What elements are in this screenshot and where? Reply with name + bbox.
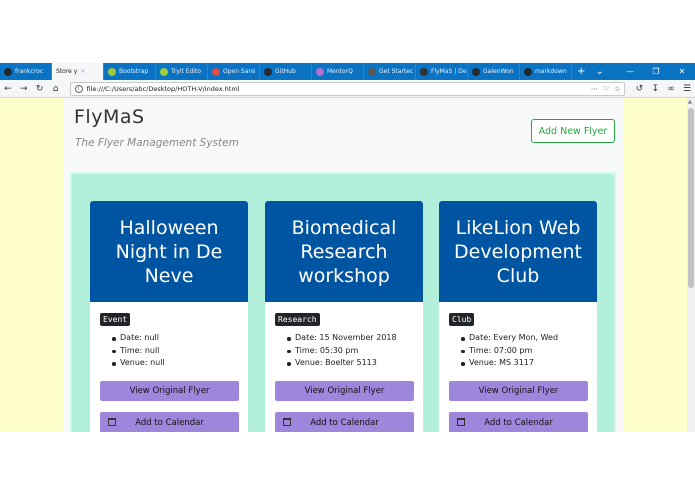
flyer-title: LikeLion Web Development Club xyxy=(439,201,597,302)
browser-window: frankcroc Store y ✕ Bootstrap Tryit Edit… xyxy=(0,0,695,494)
github-icon xyxy=(524,67,532,76)
add-to-calendar-label: Add to Calendar xyxy=(135,418,204,428)
flyer-details: Date: Every Mon, Wed Time: 07:00 pm Venu… xyxy=(461,332,558,370)
view-original-flyer-button[interactable]: View Original Flyer xyxy=(275,381,414,401)
flyer-category-badge: Research xyxy=(275,313,320,326)
url-text[interactable]: file:///C:/Users/abc/Desktop/HOTH-V/inde… xyxy=(87,85,586,93)
bookmark-star-icon[interactable]: ☆ xyxy=(614,85,620,93)
calendar-icon xyxy=(457,418,465,426)
site-info-icon[interactable]: i xyxy=(74,84,83,93)
flyer-venue: Venue: MS 3117 xyxy=(461,357,558,370)
page-icon xyxy=(420,67,428,76)
tab-label: Get Startec xyxy=(379,68,414,75)
add-to-calendar-label: Add to Calendar xyxy=(484,418,553,428)
tab-label: FlyMaS | De xyxy=(431,68,467,75)
tab-strip: frankcroc Store y ✕ Bootstrap Tryit Edit… xyxy=(0,63,695,80)
add-new-flyer-button[interactable]: Add New Flyer xyxy=(531,119,615,143)
calendar-icon xyxy=(108,418,116,426)
tab-label: GitHub xyxy=(275,68,296,75)
mentorq-icon xyxy=(316,67,324,76)
scroll-up-icon[interactable]: ▲ xyxy=(688,99,692,105)
close-tab-icon[interactable]: ✕ xyxy=(80,68,85,75)
tab-mentorq[interactable]: MentorQ xyxy=(312,63,364,80)
tab-store[interactable]: Store y ✕ xyxy=(52,63,104,80)
bootstrap-icon xyxy=(108,67,116,76)
close-window-button[interactable]: ✕ xyxy=(669,67,695,76)
flyer-card: LikeLion Web Development Club Club Date:… xyxy=(439,201,597,432)
tab-open-sans[interactable]: Open Sans xyxy=(208,63,260,80)
tab-frankcroc[interactable]: frankcroc xyxy=(0,63,52,80)
maximize-button[interactable]: ❐ xyxy=(643,67,669,76)
page-viewport: FlyMaS The Flyer Management System Add N… xyxy=(0,98,687,432)
downloads-icon[interactable]: ↧ xyxy=(647,84,663,94)
tab-label: frankcroc xyxy=(15,68,44,75)
flyer-time: Time: 05:30 pm xyxy=(287,345,397,358)
flyer-date: Date: null xyxy=(112,332,165,345)
pocket-icon[interactable]: ♡ xyxy=(603,85,609,93)
tab-github[interactable]: GitHub xyxy=(260,63,312,80)
add-to-calendar-button[interactable]: Add to Calendar xyxy=(275,412,414,432)
add-to-calendar-button[interactable]: Add to Calendar xyxy=(449,412,588,432)
page-icon xyxy=(368,67,376,76)
menu-icon[interactable]: ☰ xyxy=(679,84,695,94)
tab-flymas[interactable]: FlyMaS | De xyxy=(416,63,468,80)
add-to-calendar-label: Add to Calendar xyxy=(310,418,379,428)
view-original-flyer-button[interactable]: View Original Flyer xyxy=(100,381,239,401)
address-bar[interactable]: i file:///C:/Users/abc/Desktop/HOTH-V/in… xyxy=(69,81,626,96)
tab-label: Bootstrap xyxy=(119,68,149,75)
flyer-time: Time: 07:00 pm xyxy=(461,345,558,358)
tab-label: Store y xyxy=(56,68,78,75)
tab-markdown[interactable]: markdown xyxy=(520,63,572,80)
flyer-category-badge: Event xyxy=(100,313,131,326)
tab-label: GalenWon xyxy=(483,68,514,75)
flyer-time: Time: null xyxy=(112,345,165,358)
app-title: FlyMaS xyxy=(74,106,145,128)
flyer-date: Date: 15 November 2018 xyxy=(287,332,397,345)
flyer-category-badge: Club xyxy=(449,313,475,326)
github-icon xyxy=(472,67,480,76)
calendar-icon xyxy=(283,418,291,426)
glasses-icon[interactable]: ∞ xyxy=(663,84,679,94)
flyer-card: Biomedical Research workshop Research Da… xyxy=(265,201,423,432)
new-tab-button[interactable]: + xyxy=(572,66,590,77)
flyer-title: Halloween Night in De Neve xyxy=(90,201,248,302)
flyer-title: Biomedical Research workshop xyxy=(265,201,423,302)
back-icon[interactable]: ← xyxy=(0,84,16,94)
github-icon xyxy=(4,67,12,76)
app-subtitle: The Flyer Management System xyxy=(75,137,239,149)
page-actions-icon[interactable]: ⋯ xyxy=(591,85,598,93)
flyer-venue: Venue: Boelter 5113 xyxy=(287,357,397,370)
vertical-scrollbar[interactable]: ▲ xyxy=(687,98,695,432)
tab-label: MentorQ xyxy=(327,68,353,75)
tab-label: Open Sans xyxy=(223,68,256,75)
history-icon[interactable]: ↺ xyxy=(631,84,647,94)
forward-icon[interactable]: → xyxy=(16,84,32,94)
tab-galenwon[interactable]: GalenWon xyxy=(468,63,520,80)
view-original-flyer-button[interactable]: View Original Flyer xyxy=(449,381,588,401)
minimize-button[interactable]: — xyxy=(617,67,643,76)
reload-icon[interactable]: ↻ xyxy=(32,84,48,94)
tab-label: Tryit Edito xyxy=(171,68,202,75)
github-icon xyxy=(264,67,272,76)
flyer-board: Halloween Night in De Neve Event Date: n… xyxy=(70,172,616,432)
scrollbar-thumb[interactable] xyxy=(688,108,694,288)
tab-label: markdown xyxy=(535,68,567,75)
home-icon[interactable]: ⌂ xyxy=(48,84,64,94)
flyer-venue: Venue: null xyxy=(112,357,165,370)
tab-bootstrap[interactable]: Bootstrap xyxy=(104,63,156,80)
flyer-card: Halloween Night in De Neve Event Date: n… xyxy=(90,201,248,432)
tab-list-button[interactable]: ⌄ xyxy=(590,66,608,77)
flyer-date: Date: Every Mon, Wed xyxy=(461,332,558,345)
navigation-toolbar: ← → ↻ ⌂ i file:///C:/Users/abc/Desktop/H… xyxy=(0,80,695,98)
tab-get-started[interactable]: Get Startec xyxy=(364,63,416,80)
w3schools-icon xyxy=(160,67,168,76)
flyer-details: Date: 15 November 2018 Time: 05:30 pm Ve… xyxy=(287,332,397,370)
tab-tryit[interactable]: Tryit Edito xyxy=(156,63,208,80)
flyer-details: Date: null Time: null Venue: null xyxy=(112,332,165,370)
google-fonts-icon xyxy=(212,67,220,76)
main-container: FlyMaS The Flyer Management System Add N… xyxy=(64,98,624,432)
add-to-calendar-button[interactable]: Add to Calendar xyxy=(100,412,239,432)
